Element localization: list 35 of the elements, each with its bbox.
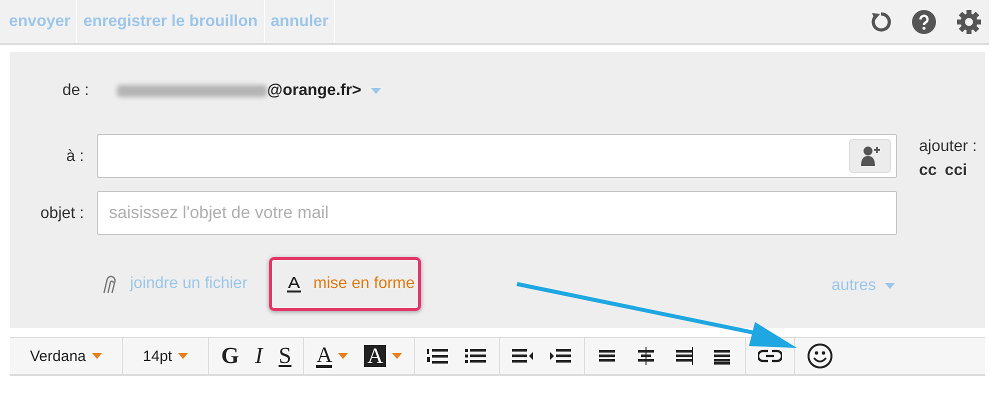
settings-icon[interactable] (957, 10, 981, 34)
add-label: ajouter : (919, 138, 977, 156)
caret-icon (392, 353, 402, 359)
field-label: de : (61, 82, 90, 100)
font-dropdown[interactable]: 14pt (134, 348, 196, 364)
copy-link[interactable]: cc (919, 162, 937, 180)
add-contact-button[interactable] (849, 139, 891, 173)
caret-icon (92, 353, 102, 359)
bold-button[interactable]: G (221, 343, 239, 369)
sender-address: @orange.fr> (267, 82, 362, 100)
indent-icon[interactable] (550, 347, 572, 365)
help-icon[interactable] (912, 10, 936, 34)
italic-button[interactable]: I (254, 343, 263, 369)
caret-icon (178, 353, 188, 359)
smiley-icon[interactable] (807, 343, 834, 369)
field-label: à : (65, 148, 84, 166)
underline-button[interactable]: S (278, 343, 292, 369)
numbered-list-icon[interactable] (427, 347, 450, 365)
caret-icon (885, 283, 895, 289)
copy-link[interactable]: cci (944, 162, 968, 180)
font-dropdown[interactable]: Verdana (22, 348, 110, 364)
person-add-icon (859, 146, 881, 166)
caret-icon (338, 353, 348, 359)
text-color-button[interactable]: A (316, 344, 348, 368)
field-label: objet : (39, 205, 84, 223)
refresh-icon[interactable] (869, 10, 891, 32)
paperclip-icon (102, 274, 118, 294)
outdent-icon[interactable] (512, 347, 534, 365)
text-format-icon (287, 276, 302, 292)
bullet-list-icon[interactable] (465, 347, 488, 365)
caret-icon (371, 88, 382, 94)
recipient-field[interactable] (97, 134, 897, 178)
align-right-icon[interactable] (673, 347, 696, 365)
link-icon[interactable] (758, 349, 782, 363)
subject-field[interactable]: saisissez l'objet de votre mail (97, 191, 897, 235)
